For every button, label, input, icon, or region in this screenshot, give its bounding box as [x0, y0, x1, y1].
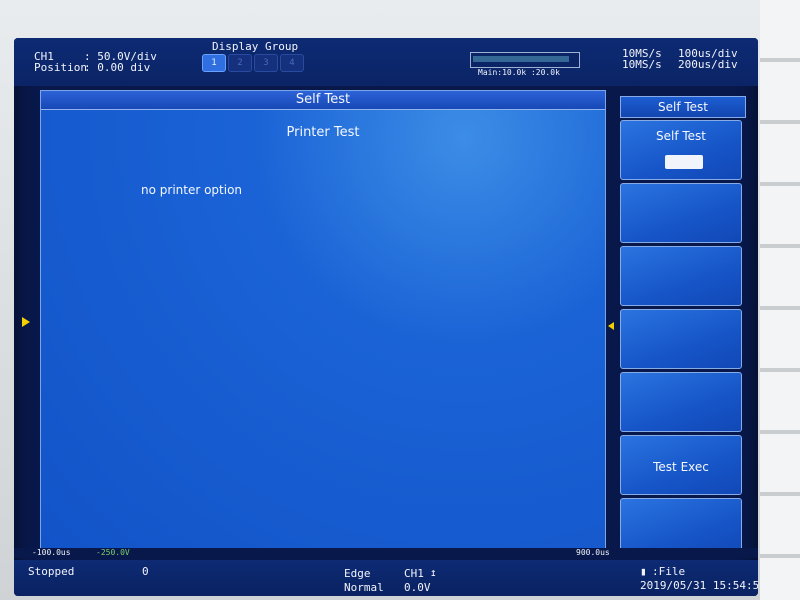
printer-test-message: no printer option — [141, 183, 243, 197]
display-group-1[interactable]: 1 — [202, 54, 226, 72]
display-group-label: Display Group — [212, 40, 299, 53]
oscilloscope-screen: CH1 Position : 50.0V/div : 0.00 div Disp… — [14, 38, 758, 596]
date-time: 2019/05/31 15:54:59 — [640, 579, 758, 592]
record-position-bar — [470, 52, 580, 68]
acquisition-count: 0 — [142, 565, 149, 578]
trigger-mode: Normal — [344, 581, 384, 594]
file-label: :File — [652, 565, 686, 578]
soft-key-2[interactable] — [620, 183, 742, 243]
trigger-source: CH1 — [404, 567, 424, 580]
time-axis-bar: -100.0us -250.0V 900.0us — [14, 548, 758, 558]
timebase-zoom: 200us/div — [678, 58, 738, 71]
file-icon: ▮ — [640, 565, 647, 578]
trigger-level-marker-icon — [608, 322, 614, 330]
test-exec-button[interactable]: Test Exec — [620, 435, 742, 495]
soft-key-5[interactable] — [620, 372, 742, 432]
trigger-type: Edge — [344, 567, 371, 580]
rising-edge-icon: ↥ — [430, 566, 437, 579]
sample-rate-zoom: 10MS/s — [622, 58, 662, 71]
bezel-soft-keys-strip — [760, 0, 800, 600]
printer-test-heading: Printer Test — [286, 125, 360, 140]
record-length: Main:10.0k :20.0k — [478, 68, 560, 77]
axis-left-time: -100.0us — [32, 548, 71, 557]
axis-left-volt: -250.0V — [96, 548, 130, 557]
display-group-3[interactable]: 3 — [254, 54, 278, 72]
soft-key-3[interactable] — [620, 246, 742, 306]
soft-key-menu: Self Test Self Test Test Exec — [618, 96, 750, 566]
self-test-type-button[interactable]: Self Test — [620, 120, 742, 180]
acquisition-state: Stopped — [28, 565, 75, 578]
menu-title: Self Test — [620, 96, 746, 118]
display-group-2[interactable]: 2 — [228, 54, 252, 72]
display-group-4[interactable]: 4 — [280, 54, 304, 72]
test-exec-label: Test Exec — [653, 460, 709, 474]
self-test-dialog: Self Test Printer Test no printer option — [40, 90, 606, 558]
axis-right-time: 900.0us — [576, 548, 610, 557]
position-label: Position — [34, 61, 87, 74]
status-bar: Stopped 0 Edge Normal CH1 ↥ 0.0V ▮ :File… — [14, 560, 758, 596]
dialog-title: Self Test — [41, 91, 605, 110]
test-type-indicator — [665, 155, 703, 169]
soft-key-4[interactable] — [620, 309, 742, 369]
ch1-ground-marker-icon — [22, 317, 30, 327]
trigger-level: 0.0V — [404, 581, 431, 594]
position-value: : 0.00 div — [84, 61, 151, 74]
top-info-bar: CH1 Position : 50.0V/div : 0.00 div Disp… — [14, 38, 758, 86]
self-test-type-label: Self Test — [655, 129, 706, 143]
